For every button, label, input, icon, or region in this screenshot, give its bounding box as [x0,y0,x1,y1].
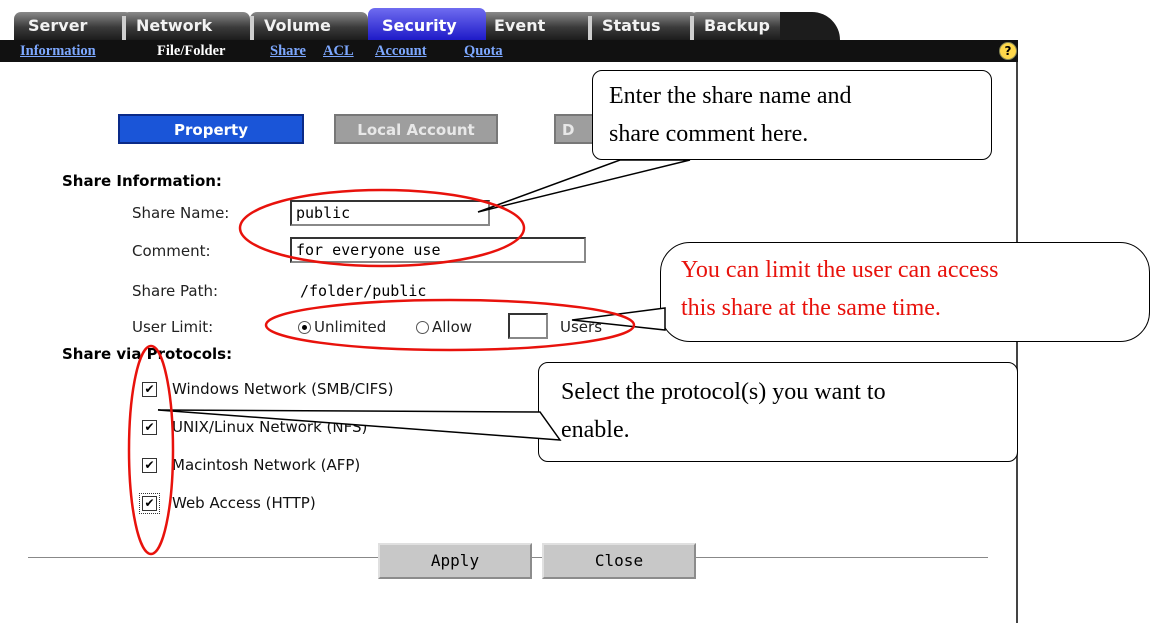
annotation-overlay [127,159,691,556]
share-callout-leader [477,159,691,213]
limit-callout-leader [571,307,666,331]
share-fields-highlight [238,188,526,268]
protocol-checkbox-highlight [127,344,175,556]
protocol-callout-leader [157,409,562,441]
user-limit-highlight [264,298,636,352]
